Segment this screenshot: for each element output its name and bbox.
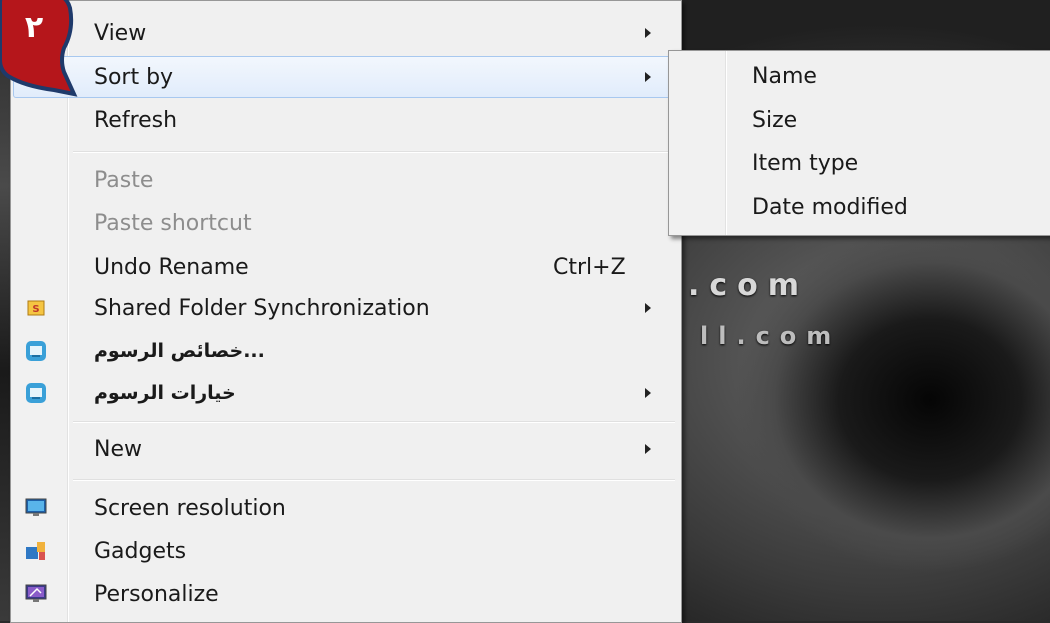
submenu-arrow-icon bbox=[645, 72, 651, 82]
graphics-options-icon bbox=[25, 382, 47, 404]
menu-item-shortcut: Ctrl+Z bbox=[553, 254, 626, 280]
submenu-arrow-icon bbox=[645, 388, 651, 398]
menu-item-view[interactable]: View bbox=[13, 13, 679, 53]
menu-item-paste[interactable]: Paste bbox=[13, 160, 679, 200]
submenu-item-label: Date modified bbox=[752, 194, 908, 220]
menu-separator bbox=[73, 479, 675, 481]
menu-item-label: Paste bbox=[94, 167, 154, 193]
sort-by-submenu: Name Size Item type Date modified bbox=[668, 50, 1050, 236]
menu-item-sort-by[interactable]: Sort by bbox=[13, 56, 679, 98]
menu-item-new[interactable]: New bbox=[13, 429, 679, 469]
menu-item-graphics-properties[interactable]: ...خصائص الرسوم bbox=[13, 331, 679, 371]
graphics-properties-icon bbox=[25, 340, 47, 362]
sort-option-size[interactable]: Size bbox=[671, 100, 1049, 140]
menu-item-undo-rename[interactable]: Undo Rename Ctrl+Z bbox=[13, 247, 679, 287]
step-badge: ٢ bbox=[0, 0, 82, 100]
menu-item-label: خيارات الرسوم bbox=[94, 382, 236, 404]
sort-option-date-modified[interactable]: Date modified bbox=[671, 187, 1049, 227]
menu-item-gadgets[interactable]: Gadgets bbox=[13, 531, 679, 571]
submenu-item-label: Size bbox=[752, 107, 798, 133]
submenu-item-label: Name bbox=[752, 63, 817, 89]
menu-item-graphics-options[interactable]: خيارات الرسوم bbox=[13, 373, 679, 413]
menu-separator bbox=[73, 421, 675, 423]
menu-separator bbox=[73, 151, 675, 153]
menu-item-screen-resolution[interactable]: Screen resolution bbox=[13, 488, 679, 528]
personalize-icon bbox=[25, 583, 47, 605]
menu-item-label: View bbox=[94, 20, 147, 46]
submenu-arrow-icon bbox=[645, 444, 651, 454]
submenu-arrow-icon bbox=[645, 28, 651, 38]
wallpaper-text-2: ll.com bbox=[700, 322, 842, 350]
menu-item-label: ...خصائص الرسوم bbox=[94, 340, 265, 362]
menu-item-refresh[interactable]: Refresh bbox=[13, 100, 679, 140]
menu-item-paste-shortcut[interactable]: Paste shortcut bbox=[13, 203, 679, 243]
svg-text:S: S bbox=[32, 304, 39, 315]
gadgets-icon bbox=[25, 540, 47, 562]
menu-item-label: Shared Folder Synchronization bbox=[94, 295, 430, 321]
desktop-context-menu: View Sort by Refresh Paste Paste shortcu… bbox=[10, 0, 682, 623]
menu-item-label: Gadgets bbox=[94, 538, 187, 564]
shared-folder-sync-icon: S bbox=[25, 297, 47, 319]
step-number: ٢ bbox=[24, 10, 44, 45]
menu-item-shared-folder-sync[interactable]: S Shared Folder Synchronization bbox=[13, 288, 679, 328]
menu-item-label: Personalize bbox=[94, 581, 219, 607]
screen-resolution-icon bbox=[25, 497, 47, 519]
menu-item-label: Paste shortcut bbox=[94, 210, 252, 236]
menu-item-label: New bbox=[94, 436, 142, 462]
menu-item-label: Screen resolution bbox=[94, 495, 286, 521]
submenu-item-label: Item type bbox=[752, 150, 859, 176]
menu-item-label: Undo Rename bbox=[94, 254, 249, 280]
submenu-arrow-icon bbox=[645, 303, 651, 313]
menu-item-label: Refresh bbox=[94, 107, 178, 133]
sort-option-name[interactable]: Name bbox=[671, 56, 1049, 96]
wallpaper-text-1: .com bbox=[688, 268, 810, 303]
menu-item-label: Sort by bbox=[94, 64, 174, 90]
menu-item-personalize[interactable]: Personalize bbox=[13, 574, 679, 614]
sort-option-item-type[interactable]: Item type bbox=[671, 143, 1049, 183]
